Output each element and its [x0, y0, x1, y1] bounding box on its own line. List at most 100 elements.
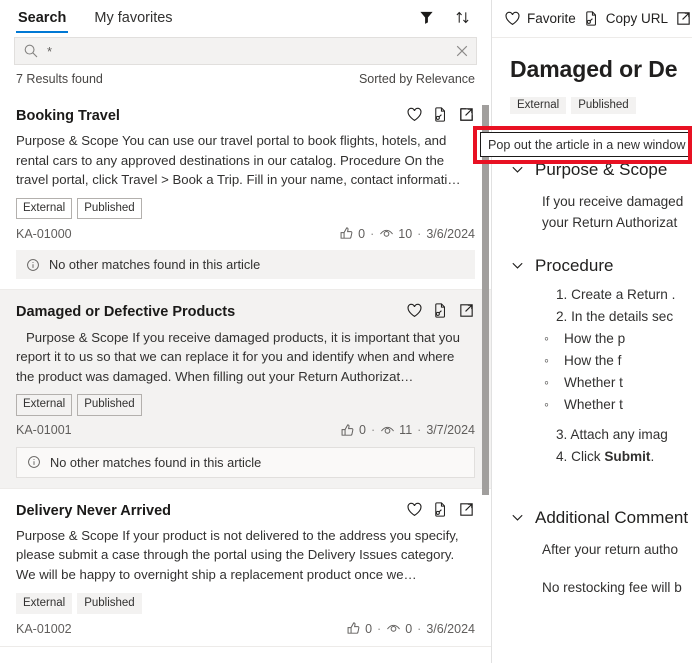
- thumbs-up-icon: [339, 226, 354, 241]
- favorite-button-label: Favorite: [527, 11, 576, 26]
- views-count: 10: [398, 226, 413, 241]
- list-text: How the f: [564, 352, 622, 368]
- favorite-heart-icon[interactable]: [406, 302, 423, 319]
- tag-external: External: [16, 592, 73, 615]
- section-header[interactable]: Purpose & Scope: [510, 160, 692, 180]
- tab-search[interactable]: Search: [16, 10, 69, 33]
- card-date: 3/6/2024: [426, 621, 475, 636]
- section-header[interactable]: Procedure: [510, 256, 692, 276]
- separator: ·: [371, 423, 376, 438]
- copy-url-icon[interactable]: [432, 501, 449, 518]
- pop-out-button[interactable]: [675, 10, 692, 27]
- article-id: KA-01001: [16, 423, 72, 438]
- list-text: Attach any imag: [570, 426, 668, 442]
- search-wrapper: [0, 33, 491, 65]
- card-title: Booking Travel: [16, 108, 120, 124]
- favorite-button[interactable]: Favorite: [504, 10, 576, 27]
- pop-out-icon[interactable]: [458, 302, 475, 319]
- list-number: 3.: [556, 426, 568, 442]
- pop-out-tooltip: Pop out the article in a new window: [480, 132, 692, 157]
- sort-icon[interactable]: [449, 4, 475, 30]
- filter-icon[interactable]: [413, 4, 439, 30]
- chevron-down-icon: [510, 162, 525, 177]
- results-scrollbar-thumb[interactable]: [482, 105, 489, 495]
- section-paragraph: If you receive damaged: [542, 193, 684, 209]
- pop-out-tooltip-text: Pop out the article in a new window: [488, 137, 686, 152]
- section-paragraph: No restocking fee will b: [542, 580, 682, 596]
- pop-out-icon[interactable]: [458, 106, 475, 123]
- card-header: Booking Travel: [16, 106, 475, 125]
- card-date: 3/6/2024: [426, 226, 475, 241]
- list-text: Click: [571, 448, 605, 464]
- card-header: Damaged or Defective Products: [16, 302, 475, 321]
- card-tags: External Published: [16, 592, 475, 615]
- separator: ·: [370, 226, 375, 241]
- sort-order-label[interactable]: Sorted by Relevance: [359, 72, 475, 86]
- card-stats: 0 · 11 · 3/7/2024: [340, 423, 475, 438]
- search-results-panel: Search My favorites * 7 Results found So…: [0, 0, 492, 663]
- list-text: Whether t: [564, 374, 623, 390]
- pop-out-icon: [675, 10, 692, 27]
- likes-count: 0: [359, 423, 366, 438]
- section-purpose-scope: Purpose & Scope If you receive damaged y…: [510, 160, 692, 234]
- card-stats: 0 · 0 · 3/6/2024: [346, 621, 475, 636]
- info-icon: [26, 258, 40, 272]
- thumbs-up-icon: [340, 423, 355, 438]
- tag-published: Published: [77, 394, 142, 416]
- separator: ·: [417, 621, 422, 636]
- copy-url-button-label: Copy URL: [605, 11, 669, 26]
- result-card-booking-travel[interactable]: Booking Travel Purpose & Scope You can u…: [0, 94, 491, 291]
- list-text-bold: Submit: [604, 448, 651, 464]
- tab-my-favorites[interactable]: My favorites: [92, 10, 174, 33]
- no-match-text: No other matches found in this article: [49, 257, 261, 273]
- likes-count: 0: [365, 621, 373, 636]
- copy-url-icon[interactable]: [432, 302, 449, 319]
- separator: ·: [377, 621, 382, 636]
- article-tags: External Published: [510, 96, 692, 114]
- list-item: Whether t: [544, 372, 692, 394]
- clear-icon[interactable]: [454, 43, 470, 59]
- copy-url-icon[interactable]: [432, 106, 449, 123]
- article-id: KA-01002: [16, 621, 72, 636]
- pop-out-icon[interactable]: [458, 501, 475, 518]
- tab-search-label: Search: [18, 10, 67, 26]
- list-number: 2.: [556, 308, 568, 324]
- card-date: 3/7/2024: [426, 423, 475, 438]
- views-eye-icon: [380, 423, 395, 438]
- views-eye-icon: [386, 621, 401, 636]
- section-paragraph: After your return autho: [542, 541, 679, 557]
- results-count: 7 Results found: [16, 72, 103, 86]
- favorite-heart-icon[interactable]: [406, 106, 423, 123]
- separator: ·: [417, 423, 422, 438]
- list-number: 4.: [556, 448, 568, 464]
- section-additional-comments: Additional Comment After your return aut…: [510, 508, 692, 599]
- card-stats: 0 · 10 · 3/6/2024: [339, 226, 475, 241]
- section-header[interactable]: Additional Comment: [510, 508, 692, 528]
- procedure-list: 1. Create a Return . 2. In the details s…: [556, 284, 692, 328]
- section-title: Purpose & Scope: [535, 159, 668, 179]
- search-box[interactable]: [14, 37, 477, 65]
- search-input[interactable]: [47, 43, 454, 59]
- card-snippet: Purpose & Scope If your product is not d…: [16, 527, 459, 582]
- result-card-delivery-never-arrived[interactable]: Delivery Never Arrived Purpose & Scope I…: [0, 488, 491, 648]
- article-body: Damaged or De External Published Purpose…: [492, 38, 692, 599]
- list-number: 1.: [556, 286, 568, 302]
- thumbs-up-icon: [346, 621, 361, 636]
- list-text: Whether t: [564, 396, 623, 412]
- tab-my-favorites-label: My favorites: [94, 10, 173, 26]
- card-tags: External Published: [16, 394, 475, 416]
- views-eye-icon: [379, 226, 394, 241]
- list-text-after: .: [650, 448, 655, 464]
- card-meta: KA-01000 0 · 10 · 3/6/2024: [16, 226, 475, 241]
- copy-url-button[interactable]: Copy URL: [583, 10, 668, 27]
- copy-url-icon: [583, 10, 600, 27]
- section-title: Procedure: [535, 255, 614, 275]
- result-card-damaged-or-defective-products[interactable]: Damaged or Defective Products Purpose & …: [0, 290, 491, 489]
- tag-published: Published: [77, 592, 142, 615]
- card-title: Damaged or Defective Products: [16, 304, 236, 321]
- results-summary-bar: 7 Results found Sorted by Relevance: [0, 65, 491, 94]
- tag-external: External: [510, 96, 567, 114]
- no-other-matches-banner: No other matches found in this article: [16, 250, 475, 280]
- card-meta: KA-01001 0 · 11 · 3/7/2024: [16, 423, 475, 438]
- favorite-heart-icon[interactable]: [406, 501, 423, 518]
